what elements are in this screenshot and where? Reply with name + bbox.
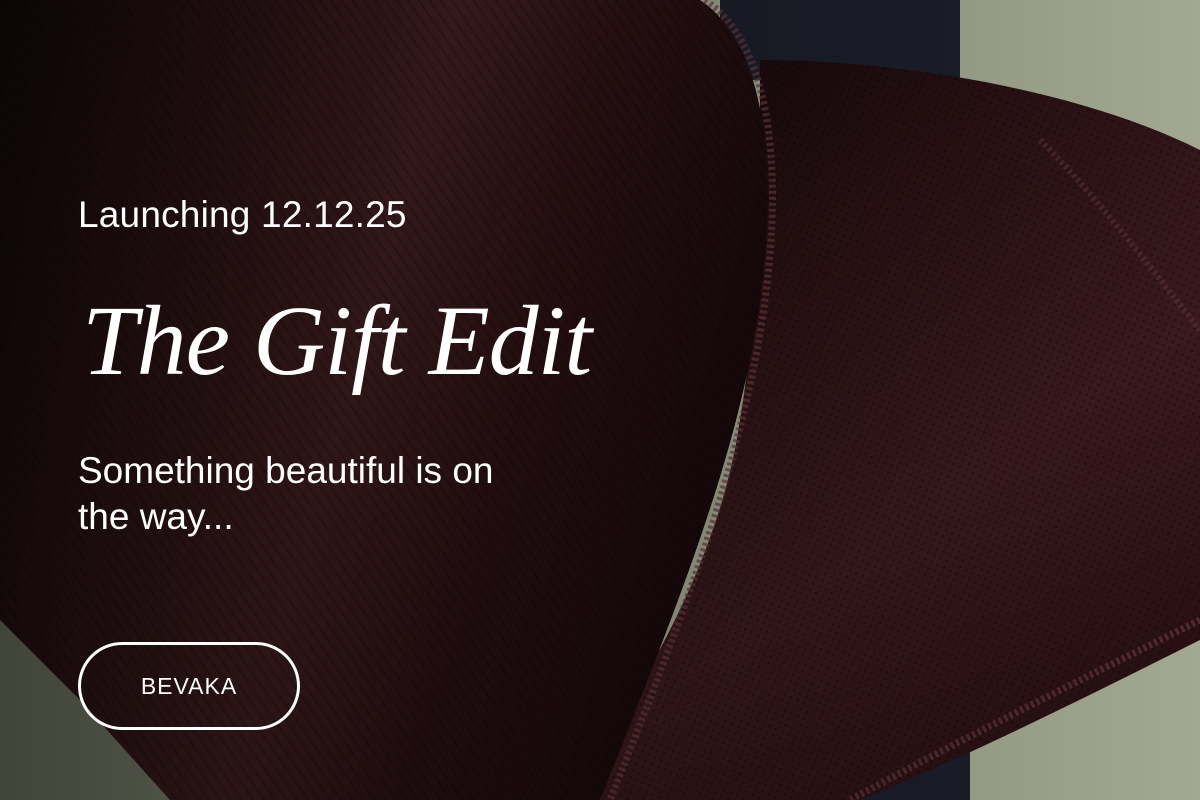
launch-date-label: Launching 12.12.25 [78, 194, 407, 235]
bevaka-button[interactable]: BEVAKA [78, 642, 300, 730]
hero-title: The Gift Edit [82, 285, 592, 396]
hero-banner: Launching 12.12.25 The Gift Edit Somethi… [0, 0, 1200, 800]
bevaka-button-label: BEVAKA [140, 672, 238, 699]
hero-subtitle: Something beautiful is on the way... [78, 450, 494, 537]
hero-content: Launching 12.12.25 The Gift Edit Somethi… [78, 0, 718, 800]
